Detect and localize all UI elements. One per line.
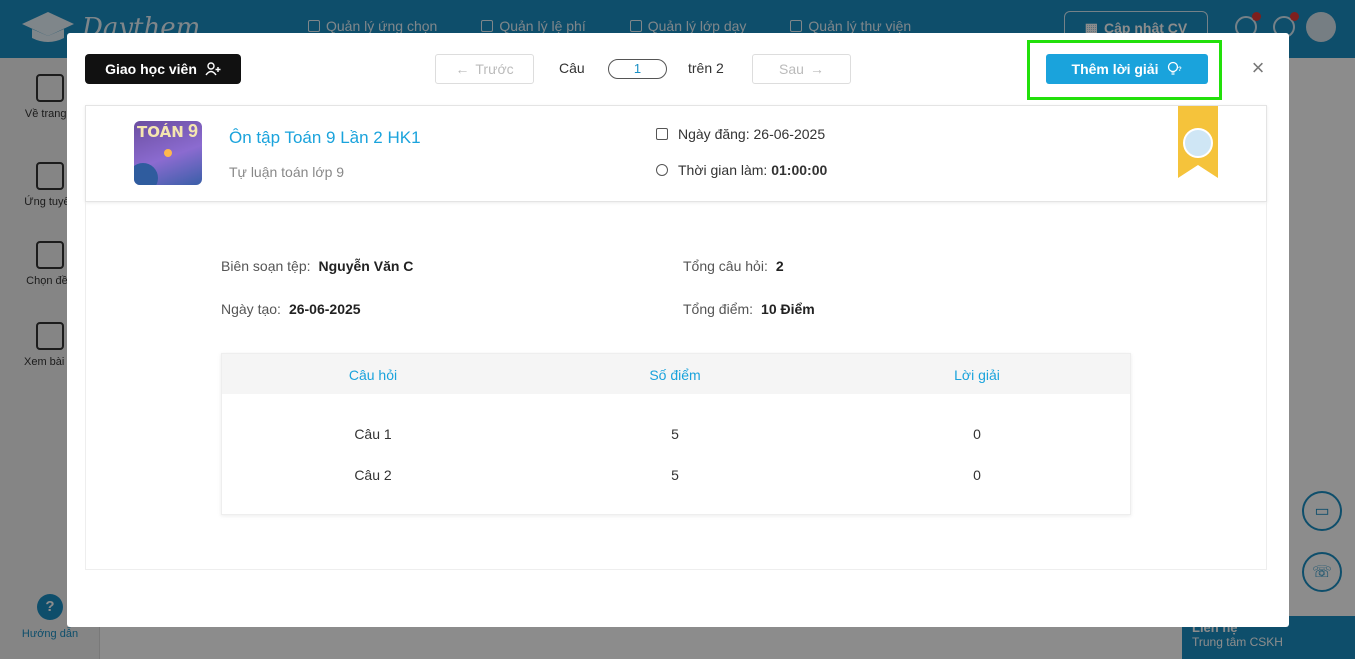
exam-subtitle: Tự luận toán lớp 9 bbox=[229, 164, 345, 180]
table-header: Câu hỏi Số điểm Lời giải bbox=[222, 354, 1130, 394]
header-points: Số điểm bbox=[649, 367, 701, 383]
exam-title[interactable]: Ôn tập Toán 9 Lần 2 HK1 bbox=[229, 128, 421, 148]
rocket-illustration bbox=[164, 149, 172, 157]
exam-detail-modal: Giao học viên ← Trước Câu 1 trên 2 Sau →… bbox=[67, 33, 1289, 627]
author-ribbon bbox=[1178, 106, 1218, 178]
exam-thumbnail[interactable]: TOÁN 9 bbox=[134, 121, 202, 185]
posted-date: Ngày đăng: 26-06-2025 bbox=[656, 126, 825, 142]
clock-icon bbox=[656, 164, 668, 176]
previous-question-button[interactable]: ← Trước bbox=[435, 54, 534, 84]
assign-student-button[interactable]: Giao học viên bbox=[85, 54, 241, 84]
question-number-input[interactable]: 1 bbox=[608, 59, 667, 79]
author-avatar[interactable] bbox=[1183, 128, 1213, 158]
close-button[interactable]: × bbox=[1247, 57, 1269, 79]
header-solution: Lời giải bbox=[954, 367, 1000, 383]
lightbulb-icon: ? bbox=[1168, 61, 1182, 75]
question-table: Câu hỏi Số điểm Lời giải Câu 1 5 0 Câu 2… bbox=[221, 353, 1131, 515]
header-question: Câu hỏi bbox=[348, 367, 398, 383]
author-info: Biên soạn tệp: Nguyễn Văn C bbox=[221, 258, 414, 274]
calendar-icon bbox=[656, 128, 668, 140]
exam-info-card: TOÁN 9 Ôn tập Toán 9 Lần 2 HK1 Tự luận t… bbox=[85, 105, 1267, 202]
next-question-button[interactable]: Sau → bbox=[752, 54, 851, 84]
planet-illustration bbox=[134, 163, 158, 185]
question-count-info: Tổng câu hỏi: 2 bbox=[683, 258, 784, 274]
created-date-info: Ngày tạo: 26-06-2025 bbox=[221, 301, 361, 317]
question-label: Câu bbox=[559, 60, 585, 76]
add-solution-button[interactable]: Thêm lời giải ? bbox=[1046, 54, 1208, 84]
total-points-info: Tổng điểm: 10 Điểm bbox=[683, 301, 815, 317]
duration: Thời gian làm: 01:00:00 bbox=[656, 162, 827, 178]
arrow-right-icon: → bbox=[809, 61, 824, 77]
arrow-left-icon: ← bbox=[455, 61, 470, 77]
svg-text:?: ? bbox=[1178, 67, 1182, 73]
add-user-icon bbox=[205, 62, 221, 76]
question-total: trên 2 bbox=[688, 60, 724, 76]
